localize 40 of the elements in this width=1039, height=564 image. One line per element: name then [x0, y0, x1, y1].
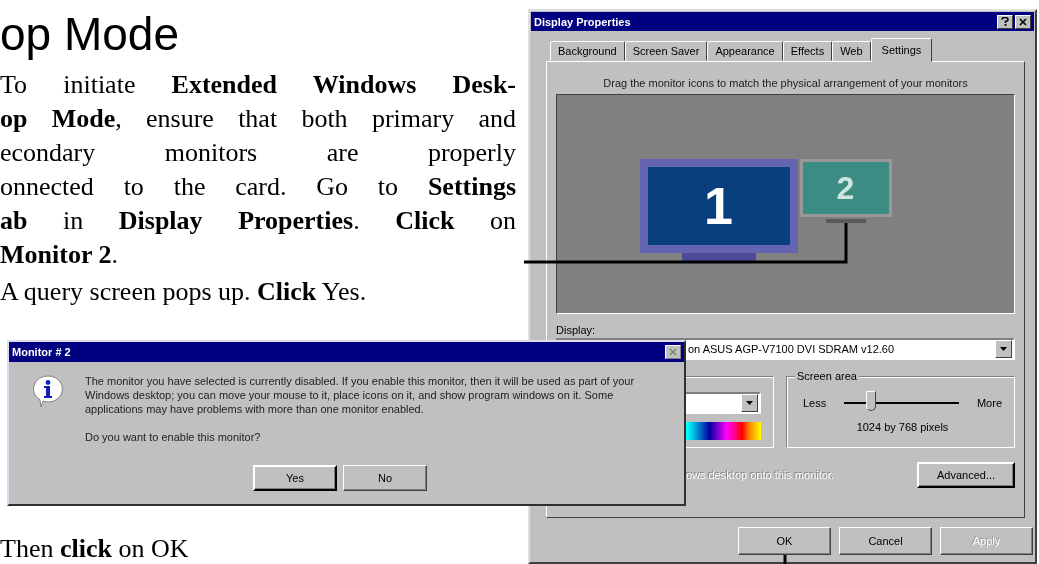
field-label: Display: [556, 324, 597, 336]
section-heading: op Mode [0, 8, 180, 60]
tab[interactable]: Effects [782, 41, 833, 61]
leader-line [783, 555, 787, 564]
tab[interactable]: Screen Saver [624, 41, 708, 61]
monitor-number: 1 [704, 180, 733, 232]
info-icon [31, 374, 65, 410]
close-button[interactable] [1015, 14, 1031, 29]
dialog-button[interactable]: OK [738, 527, 831, 555]
question-text: Do you want to enable this monitor? [85, 430, 262, 444]
monitor-stand [825, 219, 866, 223]
paragraph: To initiate Extended Windows Desk- op Mode, ensure that both primary and econdary monitors are properly onnected to the card. Go to Settings ab in Display Properties. Click on Monitor 2. [0, 69, 516, 271]
monitor-number: 2 [836, 172, 855, 204]
window-title: Monitor # 2 [12, 346, 72, 358]
dialog-button[interactable]: Yes [253, 465, 337, 491]
slider-label: Less [803, 397, 827, 409]
slider-thumb[interactable] [865, 391, 876, 411]
option-label: ows desktop onto this monitor. [686, 469, 834, 481]
tab[interactable]: Background [550, 41, 625, 61]
message-text: The monitor you have selected is currently disabled. If you enable this monitor, then it will be used as part of your Windows desktop; you can move your mouse to it, place icons on it, and show program windows on it. Some applications may have problems with more than one monitor enabled. [85, 374, 636, 416]
help-button[interactable] [997, 14, 1013, 29]
tab[interactable]: Settings [870, 38, 933, 62]
slider-label: More [976, 397, 1002, 409]
close-icon [669, 348, 677, 356]
tab[interactable]: Web [832, 41, 871, 61]
resolution-text: 1024 by 768 pixels [855, 421, 950, 433]
instruction-text: Then click on OK [0, 534, 190, 564]
instruction-label: Drag the monitor icons to match the physical arrangement of your monitors [602, 77, 969, 89]
monitor-icon[interactable]: 1 [639, 159, 798, 253]
advanced-button[interactable]: Advanced... [917, 462, 1015, 488]
instruction-text: A query screen pops up. Click Yes. [0, 276, 368, 308]
tab[interactable]: Appearance [707, 41, 783, 61]
close-icon [1019, 17, 1027, 26]
question-mark-icon [1001, 17, 1009, 26]
window-title: Display Properties [534, 15, 632, 28]
dialog-button[interactable]: No [343, 465, 427, 491]
dialog-button[interactable]: Cancel [839, 527, 932, 555]
group-title: Screen area [795, 370, 859, 382]
dropdown-arrow-icon [1000, 347, 1007, 351]
dropdown-arrow-icon [746, 401, 753, 405]
